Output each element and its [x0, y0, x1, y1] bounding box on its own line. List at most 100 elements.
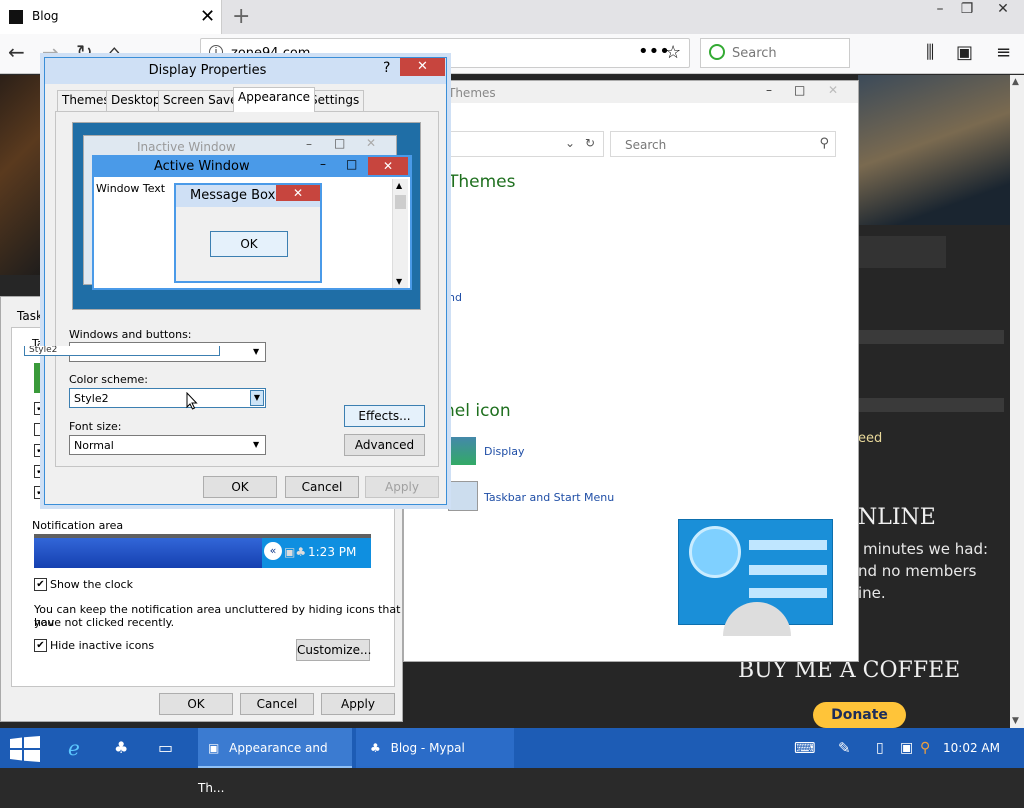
tab-appearance[interactable]: Appearance: [233, 87, 316, 112]
help-icon[interactable]: ?: [383, 60, 390, 76]
cancel-button[interactable]: Cancel: [285, 476, 359, 498]
hide-inactive-checkbox[interactable]: ✔: [34, 639, 47, 652]
network-icon[interactable]: ▣: [900, 728, 913, 768]
browser-search-input[interactable]: Search: [700, 38, 850, 68]
windows-taskbar: ℯ ♣ ▭ ▣ Appearance and Th... ♣ Blog - My…: [0, 728, 1024, 795]
scroll-up-icon[interactable]: ▲: [1012, 77, 1019, 87]
show-clock-label: Show the clock: [50, 578, 133, 591]
cp-maximize-icon[interactable]: □: [794, 83, 805, 97]
customize-button[interactable]: Customize...: [296, 639, 371, 661]
tab-title: Blog: [32, 9, 59, 23]
taskbar-icon[interactable]: [448, 481, 478, 511]
close-window-icon[interactable]: ✕: [988, 0, 1018, 20]
cp-item-taskbar[interactable]: Taskbar and Start Menu: [484, 491, 614, 504]
page-scrollbar[interactable]: ▲ ▼: [1010, 75, 1024, 728]
search-placeholder: Search: [732, 46, 777, 61]
active-minimize-icon: –: [320, 157, 326, 171]
info-text-line: have not clicked recently.: [34, 616, 175, 629]
bookmark-star-icon[interactable]: ☆: [665, 42, 681, 63]
dropdown-option[interactable]: Style2: [29, 346, 57, 355]
scroll-down-icon: ▼: [396, 277, 403, 286]
font-size-label: Font size:: [69, 420, 122, 433]
desktop-icon[interactable]: ▭: [158, 728, 173, 768]
control-panel-illustration: [678, 519, 833, 636]
cp-search-input[interactable]: Search ⚲: [610, 131, 836, 157]
control-panel-app-icon: ▣: [208, 741, 220, 755]
minimize-icon[interactable]: –: [925, 0, 955, 20]
menu-icon[interactable]: ≡: [996, 42, 1011, 63]
header-image: [0, 75, 50, 275]
preview-scrollbar: ▲ ▼: [392, 179, 408, 288]
inactive-window-title: Inactive Window: [137, 140, 236, 154]
new-tab-icon[interactable]: +: [232, 4, 250, 29]
active-window-title: Active Window: [154, 159, 250, 174]
cp-item-display[interactable]: Display: [484, 445, 525, 458]
color-scheme-dropdown-list[interactable]: Style2: [24, 346, 220, 356]
chevron-down-icon[interactable]: ▼: [250, 390, 264, 406]
active-maximize-icon: □: [346, 157, 358, 171]
inactive-close-icon: ✕: [366, 136, 377, 150]
appearance-preview: Inactive Window – □ ✕ Active Window – □ …: [72, 122, 421, 310]
display-icon[interactable]: [448, 437, 476, 465]
mypal-icon[interactable]: ♣: [114, 728, 128, 768]
taskbar-item-label: Blog - Mypal: [390, 741, 465, 755]
keyboard-icon[interactable]: ⌨: [794, 728, 816, 768]
pen-icon[interactable]: ✎: [838, 728, 851, 768]
taskbar-clock[interactable]: 10:02 AM: [943, 728, 1000, 768]
show-clock-checkbox[interactable]: ✔: [34, 578, 47, 591]
notification-area-preview: « ▣♣ 1:23 PM: [34, 534, 371, 568]
sidebar-icon[interactable]: ▣: [956, 42, 973, 63]
mouse-cursor-icon: [186, 392, 198, 410]
cp-heading-icon: nel icon: [444, 401, 511, 421]
search-tray-icon[interactable]: ⚲: [920, 728, 930, 768]
library-icon[interactable]: ⫼: [926, 42, 934, 63]
tb-ok-button[interactable]: OK: [159, 693, 233, 715]
chevron-down-icon: ▼: [253, 347, 260, 356]
appearance-panel: Inactive Window – □ ✕ Active Window – □ …: [55, 111, 439, 467]
bar-icon: [749, 540, 827, 550]
close-icon[interactable]: ✕: [400, 58, 445, 76]
apply-button[interactable]: Apply: [365, 476, 439, 498]
cp-link[interactable]: nd: [448, 291, 462, 304]
preview-active-window: Active Window – □ ✕ Window Text ▲ ▼ Mess…: [92, 155, 412, 290]
taskbar-item-appearance[interactable]: ▣ Appearance and Th...: [198, 728, 352, 795]
tab-desktop[interactable]: Desktop: [106, 90, 166, 111]
effects-button[interactable]: Effects...: [344, 405, 425, 427]
taskbar-item-blog[interactable]: ♣ Blog - Mypal: [356, 728, 514, 768]
windows-buttons-label: Windows and buttons:: [69, 328, 192, 341]
ok-button[interactable]: OK: [203, 476, 277, 498]
chevron-down-icon[interactable]: ⌄: [565, 136, 575, 150]
donate-button[interactable]: Donate: [813, 702, 906, 728]
dome-icon: [723, 602, 791, 636]
blog-speed-text: eed: [858, 431, 883, 446]
message-box-title: Message Box: [190, 188, 276, 203]
scroll-down-icon[interactable]: ▼: [1012, 716, 1019, 726]
tb-cancel-button[interactable]: Cancel: [240, 693, 314, 715]
online-line: nd no members: [858, 562, 977, 580]
cp-minimize-icon[interactable]: –: [766, 83, 772, 97]
back-icon[interactable]: ←: [8, 40, 25, 64]
color-scheme-value: Style2: [74, 392, 109, 405]
color-scheme-select[interactable]: Style2 ▼: [69, 388, 266, 408]
font-size-select[interactable]: Normal ▼: [69, 435, 266, 455]
browser-tab[interactable]: Blog ✕: [0, 0, 222, 34]
refresh-icon[interactable]: ↻: [585, 136, 595, 150]
search-icon: ⚲: [819, 136, 829, 151]
ie-icon[interactable]: ℯ: [68, 728, 80, 768]
cp-close-icon[interactable]: ✕: [828, 83, 838, 97]
close-tab-icon[interactable]: ✕: [200, 6, 215, 27]
tray-time: 1:23 PM: [308, 545, 357, 559]
online-heading: NLINE: [858, 505, 936, 530]
blog-input-box: [858, 236, 946, 268]
display-properties-dialog: Display Properties ? ✕ Themes Desktop Sc…: [44, 57, 447, 505]
inactive-maximize-icon: □: [334, 136, 346, 150]
tb-apply-button[interactable]: Apply: [321, 693, 395, 715]
preview-message-box: Message Box ✕ OK: [174, 183, 322, 283]
battery-icon[interactable]: ▯: [876, 728, 884, 768]
active-window-titlebar: Active Window – □ ✕: [94, 157, 410, 177]
start-button-icon[interactable]: [10, 736, 40, 762]
bar-icon: [749, 565, 827, 575]
advanced-button[interactable]: Advanced: [344, 434, 425, 456]
restore-icon[interactable]: ❐: [952, 0, 982, 20]
tray-chevron-icon: «: [264, 542, 282, 560]
